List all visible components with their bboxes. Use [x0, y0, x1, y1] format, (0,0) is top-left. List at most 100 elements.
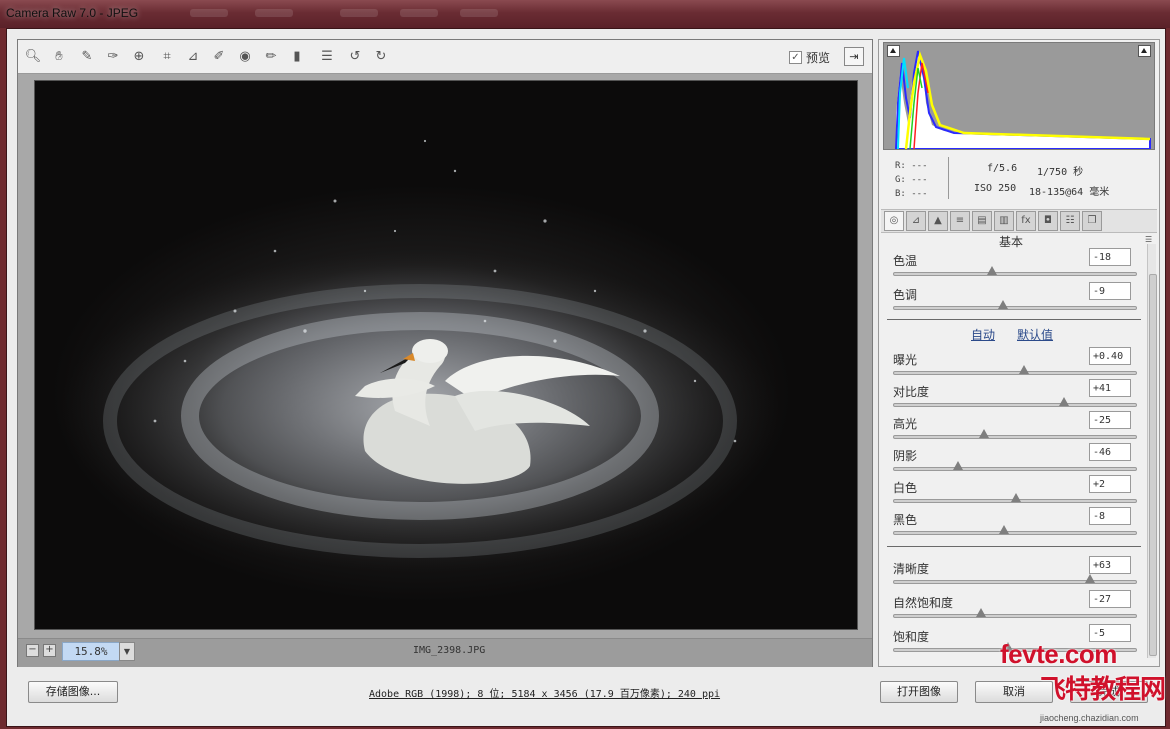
- preview-toggle[interactable]: ✓ 预览: [789, 49, 830, 66]
- chevron-down-icon[interactable]: ▼: [119, 642, 135, 661]
- tab-presets-icon[interactable]: ☷: [1060, 211, 1080, 231]
- slider-label: 白色: [893, 481, 918, 495]
- divider: [887, 546, 1141, 547]
- tab-snapshots-icon[interactable]: ❐: [1082, 211, 1102, 231]
- blurred-menu-4: [400, 9, 438, 17]
- slider-track[interactable]: [893, 371, 1137, 375]
- blurred-menu-3: [340, 9, 378, 17]
- slider-label: 清晰度: [893, 562, 930, 576]
- spot-removal-icon[interactable]: ✐: [210, 47, 228, 65]
- panel-tabs: ◎ ⊿ ▲ ≡ ▤ ▥ fx ◘ ☷ ❐: [881, 209, 1157, 233]
- slider-thumb[interactable]: [998, 300, 1009, 309]
- tab-split-toning-icon[interactable]: ▤: [972, 211, 992, 231]
- tab-hsl-icon[interactable]: ≡: [950, 211, 970, 231]
- rgb-readout: R: --- G: --- B: ---: [895, 159, 928, 201]
- slider-track[interactable]: [893, 272, 1137, 276]
- target-adjust-icon[interactable]: ⊕: [130, 47, 148, 65]
- camera-raw-dialog: 🔍︎ ✋︎ ✎ ✑ ⊕ ⌗ ⊿ ✐ ◉ ✏ ▮ ☰ ↺ ↻ ✓ 预览 ⇥ − +…: [6, 28, 1166, 727]
- slider-thumb[interactable]: [976, 608, 987, 617]
- slider-thumb[interactable]: [1018, 365, 1029, 374]
- crop-icon[interactable]: ⌗: [158, 47, 176, 65]
- slider-track[interactable]: [893, 614, 1137, 618]
- preview-checkbox[interactable]: ✓: [789, 51, 802, 64]
- slider-label: 阴影: [893, 449, 918, 463]
- watermark-cn: 飞特教程网: [1040, 674, 1166, 704]
- slider-track[interactable]: [893, 467, 1137, 471]
- slider-thumb[interactable]: [1085, 574, 1096, 583]
- default-link[interactable]: 默认值: [1017, 326, 1053, 343]
- red-eye-icon[interactable]: ◉: [236, 47, 254, 65]
- slider-thumb[interactable]: [953, 461, 964, 470]
- slider-thumb[interactable]: [999, 525, 1010, 534]
- slider-clarity[interactable]: 清晰度 +63: [893, 556, 1137, 592]
- title-bar: Camera Raw 7.0 - JPEG: [0, 0, 1170, 28]
- tint-value[interactable]: -9: [1089, 282, 1131, 300]
- tab-effects-icon[interactable]: fx: [1016, 211, 1036, 231]
- adjustment-brush-icon[interactable]: ✏: [262, 47, 280, 65]
- tab-lens-icon[interactable]: ▥: [994, 211, 1014, 231]
- blacks-value[interactable]: -8: [1089, 507, 1131, 525]
- preview-pane: 🔍︎ ✋︎ ✎ ✑ ⊕ ⌗ ⊿ ✐ ◉ ✏ ▮ ☰ ↺ ↻ ✓ 预览 ⇥ − +…: [17, 39, 873, 667]
- rotate-right-icon[interactable]: ↻: [372, 47, 390, 65]
- tab-basic-icon[interactable]: ◎: [884, 211, 904, 231]
- tab-camera-calibration-icon[interactable]: ◘: [1038, 211, 1058, 231]
- workflow-options-link[interactable]: Adobe RGB (1998); 8 位; 5184 x 3456 (17.9…: [369, 685, 720, 700]
- vibrance-value[interactable]: -27: [1089, 590, 1131, 608]
- blurred-menu-2: [255, 9, 293, 17]
- slider-label: 色调: [893, 288, 918, 302]
- slider-label: 对比度: [893, 385, 930, 399]
- tab-detail-icon[interactable]: ▲: [928, 211, 948, 231]
- slider-thumb[interactable]: [987, 266, 998, 275]
- slider-track[interactable]: [893, 306, 1137, 310]
- zoom-icon[interactable]: 🔍︎: [24, 47, 42, 65]
- fullscreen-icon[interactable]: ⇥: [844, 47, 864, 66]
- blurred-menu-5: [460, 9, 498, 17]
- exposure-value[interactable]: +0.40: [1089, 347, 1131, 365]
- whites-value[interactable]: +2: [1089, 475, 1131, 493]
- blurred-menu-1: [190, 9, 228, 17]
- watermark-brand: fevte.com: [1000, 639, 1117, 669]
- file-name: IMG_2398.JPG: [413, 645, 486, 656]
- auto-link[interactable]: 自动: [971, 326, 995, 343]
- color-sampler-icon[interactable]: ✑: [104, 47, 122, 65]
- status-bar: − + 15.8% ▼ IMG_2398.JPG: [18, 638, 872, 667]
- graduated-filter-icon[interactable]: ▮: [288, 47, 306, 65]
- preferences-icon[interactable]: ☰: [318, 47, 336, 65]
- adjustments-pane: R: --- G: --- B: --- f/5.6 1/750 秒 ISO 2…: [878, 39, 1160, 667]
- clarity-value[interactable]: +63: [1089, 556, 1131, 574]
- rotate-left-icon[interactable]: ↺: [346, 47, 364, 65]
- hand-icon[interactable]: ✋︎: [50, 47, 68, 65]
- zoom-out-icon[interactable]: −: [26, 644, 39, 657]
- rgb-g: G: ---: [895, 175, 928, 185]
- image-preview[interactable]: [34, 80, 858, 630]
- straighten-icon[interactable]: ⊿: [184, 47, 202, 65]
- white-balance-icon[interactable]: ✎: [78, 47, 96, 65]
- shadows-value[interactable]: -46: [1089, 443, 1131, 461]
- slider-thumb[interactable]: [978, 429, 989, 438]
- highlight-clipping-icon[interactable]: [1138, 45, 1151, 57]
- highlights-value[interactable]: -25: [1089, 411, 1131, 429]
- slider-track[interactable]: [893, 435, 1137, 439]
- slider-temperature[interactable]: 色温 -18: [893, 248, 1137, 284]
- temperature-value[interactable]: -18: [1089, 248, 1131, 266]
- slider-vibrance[interactable]: 自然饱和度 -27: [893, 590, 1137, 626]
- slider-track[interactable]: [893, 580, 1137, 584]
- slider-thumb[interactable]: [1058, 397, 1069, 406]
- slider-track[interactable]: [893, 403, 1137, 407]
- panel-scrollbar[interactable]: [1147, 244, 1157, 658]
- slider-track[interactable]: [893, 531, 1137, 535]
- lens-focal: 18-135@64 毫米: [1029, 187, 1110, 198]
- slider-thumb[interactable]: [1011, 493, 1022, 502]
- slider-tint[interactable]: 色调 -9: [893, 282, 1137, 318]
- rgb-r: R: ---: [895, 161, 928, 171]
- panel-menu-icon[interactable]: ☰: [1145, 235, 1152, 244]
- contrast-value[interactable]: +41: [1089, 379, 1131, 397]
- shadow-clipping-icon[interactable]: [887, 45, 900, 57]
- open-image-button[interactable]: 打开图像: [880, 681, 958, 703]
- zoom-level-field[interactable]: 15.8%: [62, 642, 120, 661]
- zoom-in-icon[interactable]: +: [43, 644, 56, 657]
- slider-blacks[interactable]: 黑色 -8: [893, 507, 1137, 543]
- scrollbar-thumb[interactable]: [1149, 274, 1157, 656]
- save-image-button[interactable]: 存储图像...: [28, 681, 118, 703]
- tab-tone-curve-icon[interactable]: ⊿: [906, 211, 926, 231]
